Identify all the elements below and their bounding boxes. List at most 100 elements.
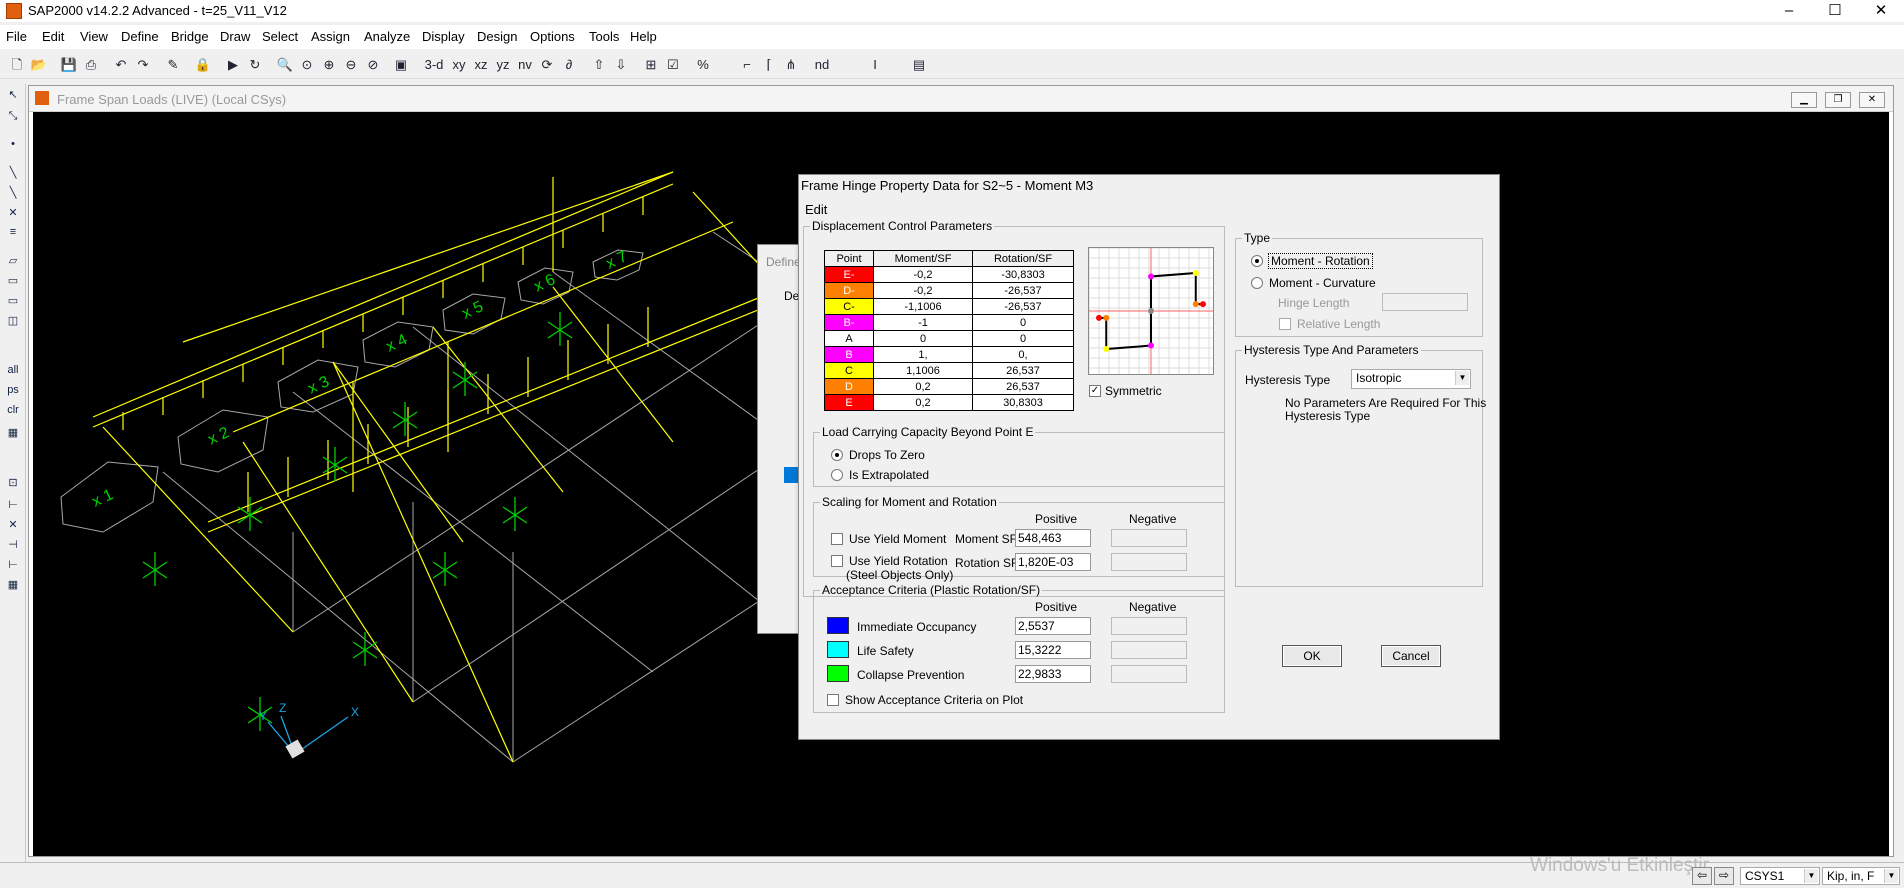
check-icon[interactable]: ☑ — [664, 56, 682, 74]
snap-end-icon[interactable]: ⊢ — [4, 498, 22, 514]
menu-assign[interactable]: Assign — [311, 29, 350, 44]
new-file-icon[interactable]: 🗋 — [8, 56, 26, 74]
draw-joint-icon[interactable]: • — [4, 138, 22, 154]
csys-select[interactable]: CSYS1 ▼ — [1740, 867, 1820, 885]
previous-select-icon[interactable]: ps — [4, 384, 22, 400]
moment-cell[interactable]: 0,2 — [873, 378, 973, 395]
menu-bridge[interactable]: Bridge — [171, 29, 209, 44]
moment-cell[interactable]: -1 — [873, 314, 973, 331]
frame-load-icon[interactable]: ⌈ — [760, 56, 778, 74]
life-safety-color[interactable] — [827, 641, 849, 658]
use-yield-rotation-checkbox[interactable] — [831, 555, 843, 567]
menu-tools[interactable]: Tools — [589, 29, 619, 44]
perspective-icon[interactable]: ∂ — [560, 56, 578, 74]
refresh-icon[interactable]: ↻ — [246, 56, 264, 74]
chevron-down-icon[interactable]: ▼ — [1884, 869, 1898, 883]
open-file-icon[interactable]: 📂 — [30, 56, 48, 74]
menu-define[interactable]: Define — [121, 29, 159, 44]
point-cell[interactable]: D — [824, 378, 874, 395]
run-analysis-icon[interactable]: ▶ — [224, 56, 242, 74]
immediate-occupancy-positive-input[interactable]: 2,5537 — [1015, 617, 1091, 635]
view-yz-button[interactable]: yz — [494, 56, 512, 74]
moment-cell[interactable]: -0,2 — [873, 266, 973, 283]
nd-button[interactable]: nd — [812, 56, 832, 74]
use-yield-moment-checkbox[interactable] — [831, 533, 843, 545]
rotation-cell[interactable]: 26,537 — [972, 378, 1074, 395]
menu-select[interactable]: Select — [262, 29, 298, 44]
symmetric-checkbox[interactable]: ✓ — [1089, 385, 1101, 397]
rotate-icon[interactable]: ⟳ — [538, 56, 556, 74]
moment-cell[interactable]: 1,1006 — [873, 362, 973, 379]
moment-cell[interactable]: -1,1006 — [873, 298, 973, 315]
cancel-button[interactable]: Cancel — [1381, 645, 1441, 667]
rotation-cell[interactable]: 0, — [972, 346, 1074, 363]
model-minimize-button[interactable]: ▁ — [1791, 92, 1817, 108]
chevron-down-icon[interactable]: ▼ — [1455, 371, 1469, 385]
point-cell[interactable]: A — [824, 330, 874, 347]
chevron-down-icon[interactable]: ▼ — [1804, 869, 1818, 883]
brace-icon[interactable]: ✕ — [4, 206, 22, 222]
menu-file[interactable]: File — [6, 29, 27, 44]
moment-curvature-radio[interactable] — [1251, 277, 1263, 289]
draw-poly-area-icon[interactable]: ▱ — [4, 254, 22, 270]
lock-icon[interactable]: 🔒 — [194, 56, 212, 74]
show-acceptance-checkbox[interactable] — [827, 694, 839, 706]
text-cursor-icon[interactable]: I — [866, 56, 884, 74]
zoom-restore-icon[interactable]: ⊙ — [298, 56, 316, 74]
menu-view[interactable]: View — [80, 29, 108, 44]
solid-icon[interactable]: ◫ — [4, 314, 22, 330]
menu-display[interactable]: Display — [422, 29, 465, 44]
display-options-icon[interactable]: ▤ — [910, 56, 928, 74]
percent-icon[interactable]: % — [694, 56, 712, 74]
point-cell[interactable]: C- — [824, 298, 874, 315]
is-extrapolated-radio[interactable] — [831, 469, 843, 481]
point-cell[interactable]: C — [824, 362, 874, 379]
save-icon[interactable]: 💾 — [60, 56, 78, 74]
close-button[interactable]: ✕ — [1858, 0, 1904, 22]
point-cell[interactable]: E — [824, 394, 874, 411]
quick-area-icon[interactable]: ▭ — [4, 294, 22, 310]
rotation-cell[interactable]: 26,537 — [972, 362, 1074, 379]
quick-frame-icon[interactable]: ╲ — [4, 186, 22, 202]
snap-mid-icon[interactable]: ✕ — [4, 518, 22, 534]
arrow-up-icon[interactable]: ⇧ — [590, 56, 608, 74]
view-xz-button[interactable]: xz — [472, 56, 490, 74]
joint-load-icon[interactable]: ⋔ — [782, 56, 800, 74]
draw-frame-icon[interactable]: ╲ — [4, 166, 22, 182]
model-restore-button[interactable]: ❐ — [1825, 92, 1851, 108]
rotation-cell[interactable]: -26,537 — [972, 282, 1074, 299]
zoom-out-icon[interactable]: ⊖ — [342, 56, 360, 74]
rotation-cell[interactable]: 0 — [972, 314, 1074, 331]
view-3d-button[interactable]: 3-d — [422, 56, 446, 74]
view-nv-button[interactable]: nv — [516, 56, 534, 74]
reshape-icon[interactable]: ⤡ — [4, 110, 22, 126]
select-icon[interactable]: ⊞ — [642, 56, 660, 74]
draw-rect-area-icon[interactable]: ▭ — [4, 274, 22, 290]
moment-rotation-radio[interactable] — [1251, 255, 1263, 267]
rotation-sf-positive-input[interactable]: 1,820E-03 — [1015, 553, 1091, 571]
drops-to-zero-radio[interactable] — [831, 449, 843, 461]
moment-cell[interactable]: -0,2 — [873, 282, 973, 299]
menu-options[interactable]: Options — [530, 29, 575, 44]
point-cell[interactable]: E- — [824, 266, 874, 283]
select-all-icon[interactable]: all — [4, 364, 22, 380]
pencil-icon[interactable]: ✎ — [164, 56, 182, 74]
rotation-cell[interactable]: 0 — [972, 330, 1074, 347]
secondary-beam-icon[interactable]: ≡ — [4, 226, 22, 242]
snap-icon[interactable]: ⊡ — [4, 476, 22, 492]
rotation-cell[interactable]: -26,537 — [972, 298, 1074, 315]
arrow-right-icon[interactable]: ⇨ — [1714, 867, 1734, 885]
menu-analyze[interactable]: Analyze — [364, 29, 410, 44]
frame-icon[interactable]: ⌐ — [738, 56, 756, 74]
point-cell[interactable]: D- — [824, 282, 874, 299]
pointer-icon[interactable]: ↖ — [4, 88, 22, 104]
snap-line-icon[interactable]: ⊢ — [4, 558, 22, 574]
rotation-cell[interactable]: 30,8303 — [972, 394, 1074, 411]
print-icon[interactable]: ⎙ — [82, 56, 100, 74]
arrow-left-icon[interactable]: ⇦ — [1692, 867, 1712, 885]
menu-draw[interactable]: Draw — [220, 29, 250, 44]
hysteresis-type-select[interactable]: Isotropic ▼ — [1351, 369, 1471, 389]
collapse-prevention-color[interactable] — [827, 665, 849, 682]
zoom-window-icon[interactable]: 🔍 — [276, 56, 294, 74]
show-undeformed-icon[interactable]: ▣ — [392, 56, 410, 74]
